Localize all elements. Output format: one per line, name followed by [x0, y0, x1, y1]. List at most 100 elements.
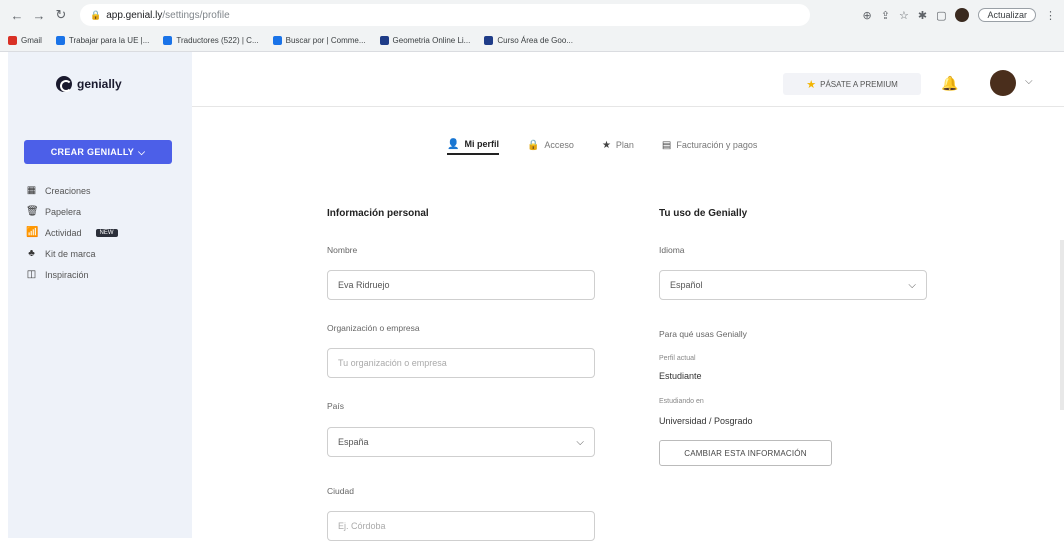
profile-value: Estudiante: [659, 371, 702, 381]
bookmark-label: Buscar por | Comme...: [285, 36, 366, 45]
organization-field[interactable]: Tu organización o empresa: [327, 348, 595, 378]
bookmark-favicon: [55, 36, 65, 45]
bookmark-favicon: [379, 36, 389, 45]
update-button[interactable]: Actualizar: [978, 8, 1036, 22]
bookmarks-bar: Gmail Trabajar para la UE |... Traductor…: [0, 30, 1064, 52]
share-icon[interactable]: ⇪: [881, 9, 890, 22]
bookmark-item[interactable]: Gmail: [8, 36, 42, 45]
country-value: España: [338, 437, 369, 447]
tab-facturacion[interactable]: ▤ Facturación y pagos: [662, 135, 758, 155]
notification-bell-icon[interactable]: 🔔: [941, 75, 958, 92]
reload-icon[interactable]: ↻: [52, 6, 70, 24]
user-icon: 👤: [447, 138, 460, 150]
extensions-icon[interactable]: ✱: [918, 9, 927, 22]
sidebar-item-inspiracion[interactable]: ◫ Inspiración: [26, 264, 118, 285]
bookmark-item[interactable]: Buscar por | Comme...: [272, 36, 366, 45]
bookmark-item[interactable]: Geometria Online Li...: [379, 36, 470, 45]
chevron-down-icon: ⌵: [138, 146, 146, 157]
bookmark-favicon: [163, 36, 173, 45]
sidepanel-icon[interactable]: ▢: [936, 9, 946, 22]
genially-logo-icon: [56, 76, 72, 92]
sidebar-item-label: Inspiración: [45, 269, 89, 280]
browser-toolbar: ← → ↻ 🔒 app.genial.ly/settings/profile ⊕…: [0, 0, 1064, 30]
organization-placeholder: Tu organización o empresa: [338, 358, 447, 368]
city-label: Ciudad: [327, 486, 354, 496]
name-field[interactable]: Eva Ridruejo: [327, 270, 595, 300]
tab-mi-perfil[interactable]: 👤 Mi perfil: [447, 135, 499, 155]
city-placeholder: Ej. Córdoba: [338, 521, 386, 531]
inspiration-icon: ◫: [26, 269, 37, 280]
url-path: /settings/profile: [162, 9, 230, 21]
tab-acceso[interactable]: 🔒 Acceso: [527, 135, 574, 155]
settings-tabs: 👤 Mi perfil 🔒 Acceso ★ Plan ▤ Facturació…: [447, 135, 785, 155]
sidebar-item-actividad[interactable]: 📶 Actividad NEW: [26, 222, 118, 243]
url-host: app.genial.ly: [106, 9, 163, 21]
bookmark-star-icon[interactable]: ☆: [899, 9, 909, 22]
forward-icon[interactable]: →: [30, 6, 48, 24]
user-avatar[interactable]: [990, 70, 1016, 96]
sidebar-item-papelera[interactable]: 🗑 Papelera: [26, 201, 118, 222]
language-label: Idioma: [659, 245, 685, 255]
sidebar-item-label: Creaciones: [45, 185, 91, 196]
tab-plan[interactable]: ★ Plan: [602, 135, 634, 155]
bookmark-item[interactable]: Trabajar para la UE |...: [55, 36, 149, 45]
sidebar: genially CREAR GENIALLY ⌵ ▦ Creaciones 🗑…: [8, 52, 192, 538]
browser-actions: ⊕ ⇪ ☆ ✱ ▢ Actualizar ⋮: [863, 8, 1056, 22]
lock-icon: 🔒: [526, 139, 540, 151]
purpose-label: Para qué usas Genially: [659, 329, 747, 339]
sidebar-item-creaciones[interactable]: ▦ Creaciones: [26, 180, 118, 201]
country-label: País: [327, 401, 345, 411]
country-select[interactable]: España ⌵: [327, 427, 595, 457]
bookmark-item[interactable]: Traductores (522) | C...: [163, 36, 259, 45]
create-genially-button[interactable]: CREAR GENIALLY ⌵: [24, 140, 172, 164]
tab-label: Facturación y pagos: [676, 140, 758, 150]
name-label: Nombre: [327, 245, 358, 255]
create-button-label: CREAR GENIALLY: [50, 147, 135, 157]
genially-logo[interactable]: genially: [56, 76, 122, 92]
tab-label: Plan: [615, 140, 634, 150]
profile-avatar[interactable]: [955, 8, 970, 22]
change-info-button[interactable]: CAMBIAR ESTA INFORMACIÓN: [659, 440, 832, 466]
brand-kit-icon: ♣: [28, 248, 35, 259]
profile-label: Perfil actual: [659, 355, 696, 362]
tab-label: Mi perfil: [464, 139, 499, 149]
star-icon: ★: [601, 139, 611, 151]
bookmark-label: Traductores (522) | C...: [176, 36, 259, 45]
organization-label: Organización o empresa: [327, 323, 420, 333]
city-field[interactable]: Ej. Córdoba: [327, 511, 595, 541]
bookmark-label: Curso Área de Goo...: [497, 36, 573, 45]
address-bar[interactable]: 🔒 app.genial.ly/settings/profile: [80, 4, 810, 26]
chevron-down-icon: ⌵: [576, 436, 584, 448]
bookmark-favicon: [272, 36, 282, 45]
lock-icon: 🔒: [90, 9, 102, 20]
receipt-icon: ▤: [661, 139, 672, 151]
name-value: Eva Ridruejo: [338, 280, 390, 290]
menu-kebab-icon[interactable]: ⋮: [1045, 9, 1056, 22]
scrollbar[interactable]: [1060, 240, 1064, 410]
chevron-down-icon: ⌵: [908, 279, 916, 291]
gmail-icon: [8, 36, 17, 45]
level-label: Estudiando en: [659, 398, 704, 405]
bookmark-item[interactable]: Curso Área de Goo...: [484, 36, 573, 45]
app-header: ★ PÁSATE A PREMIUM 🔔 ⌵: [192, 52, 1064, 107]
premium-button[interactable]: ★ PÁSATE A PREMIUM: [783, 73, 921, 95]
chevron-down-icon[interactable]: ⌵: [1025, 76, 1033, 87]
star-icon: ★: [806, 78, 817, 91]
trash-icon: 🗑: [26, 206, 39, 217]
new-badge: NEW: [95, 228, 118, 237]
sidebar-nav: ▦ Creaciones 🗑 Papelera 📶 Actividad NEW …: [26, 180, 118, 285]
grid-icon: ▦: [26, 185, 37, 196]
bookmark-label: Gmail: [21, 36, 42, 45]
tab-label: Acceso: [544, 140, 574, 150]
sidebar-item-label: Actividad: [45, 227, 82, 238]
translate-icon[interactable]: ⊕: [863, 9, 872, 22]
logo-text: genially: [77, 77, 122, 91]
premium-button-label: PÁSATE A PREMIUM: [820, 79, 898, 89]
language-select[interactable]: Español ⌵: [659, 270, 927, 300]
usage-title: Tu uso de Genially: [659, 208, 748, 219]
sidebar-item-kit-de-marca[interactable]: ♣ Kit de marca: [26, 243, 118, 264]
language-value: Español: [670, 280, 703, 290]
personal-info-title: Información personal: [327, 208, 429, 219]
back-icon[interactable]: ←: [8, 6, 26, 24]
url-text: app.genial.ly/settings/profile: [106, 10, 229, 21]
